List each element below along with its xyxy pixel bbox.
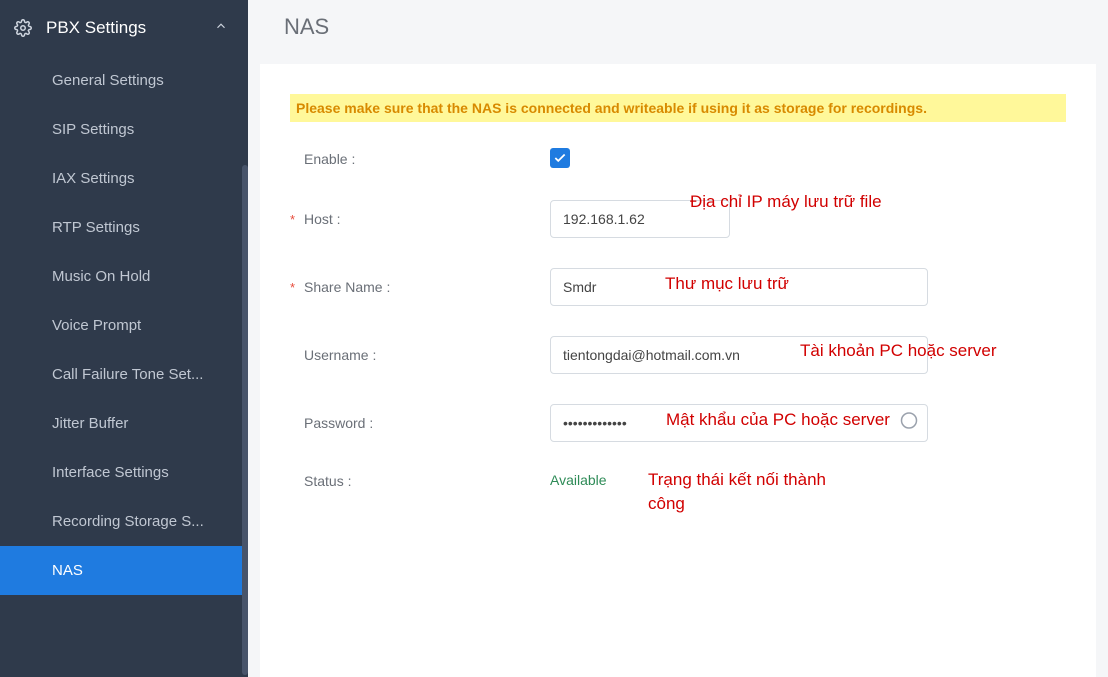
- status-label: Status :: [304, 473, 351, 489]
- username-label: Username :: [304, 347, 376, 363]
- host-label: Host :: [304, 211, 341, 227]
- sidebar-group-pbx-settings[interactable]: PBX Settings: [0, 0, 248, 56]
- sidebar-item-call-failure-tone-set[interactable]: Call Failure Tone Set...: [0, 350, 248, 399]
- sidebar-item-interface-settings[interactable]: Interface Settings: [0, 448, 248, 497]
- row-username: *Username : Tài khoản PC hoặc server: [290, 336, 1066, 374]
- sidebar-menu: General SettingsSIP SettingsIAX Settings…: [0, 56, 248, 595]
- chevron-up-icon: [214, 18, 228, 38]
- enable-checkbox[interactable]: [550, 148, 570, 168]
- toggle-password-icon[interactable]: [900, 412, 918, 435]
- status-value: Available: [550, 472, 607, 488]
- page-title: NAS: [248, 0, 1108, 64]
- main: NAS Please make sure that the NAS is con…: [248, 0, 1108, 677]
- enable-label: Enable :: [304, 151, 355, 167]
- sidebar-item-sip-settings[interactable]: SIP Settings: [0, 105, 248, 154]
- sidebar-scrollbar[interactable]: [242, 165, 248, 675]
- sidebar-group-label: PBX Settings: [46, 18, 146, 38]
- host-input[interactable]: [550, 200, 730, 238]
- sidebar-item-recording-storage-s[interactable]: Recording Storage S...: [0, 497, 248, 546]
- row-host: *Host : Địa chỉ IP máy lưu trữ file: [290, 200, 1066, 238]
- row-share: *Share Name : Thư mục lưu trữ: [290, 268, 1066, 306]
- sidebar: PBX Settings General SettingsSIP Setting…: [0, 0, 248, 677]
- sidebar-item-nas[interactable]: NAS: [0, 546, 248, 595]
- password-label: Password :: [304, 415, 373, 431]
- share-label: Share Name :: [304, 279, 390, 295]
- sidebar-item-voice-prompt[interactable]: Voice Prompt: [0, 301, 248, 350]
- row-enable: *Enable :: [290, 148, 1066, 170]
- sidebar-item-iax-settings[interactable]: IAX Settings: [0, 154, 248, 203]
- share-name-input[interactable]: [550, 268, 928, 306]
- sidebar-item-general-settings[interactable]: General Settings: [0, 56, 248, 105]
- annotation-status-2: công: [648, 494, 685, 514]
- row-password: *Password : Mật khẩu của PC hoặc server: [290, 404, 1066, 442]
- sidebar-item-jitter-buffer[interactable]: Jitter Buffer: [0, 399, 248, 448]
- settings-panel: Please make sure that the NAS is connect…: [260, 64, 1096, 677]
- alert-banner: Please make sure that the NAS is connect…: [290, 94, 1066, 122]
- sidebar-item-music-on-hold[interactable]: Music On Hold: [0, 252, 248, 301]
- password-input[interactable]: [550, 404, 928, 442]
- annotation-status-1: Trạng thái kết nối thành: [648, 470, 826, 490]
- row-status: *Status : Available Trạng thái kết nối t…: [290, 472, 1066, 490]
- sidebar-item-rtp-settings[interactable]: RTP Settings: [0, 203, 248, 252]
- username-input[interactable]: [550, 336, 928, 374]
- gear-icon: [14, 19, 32, 37]
